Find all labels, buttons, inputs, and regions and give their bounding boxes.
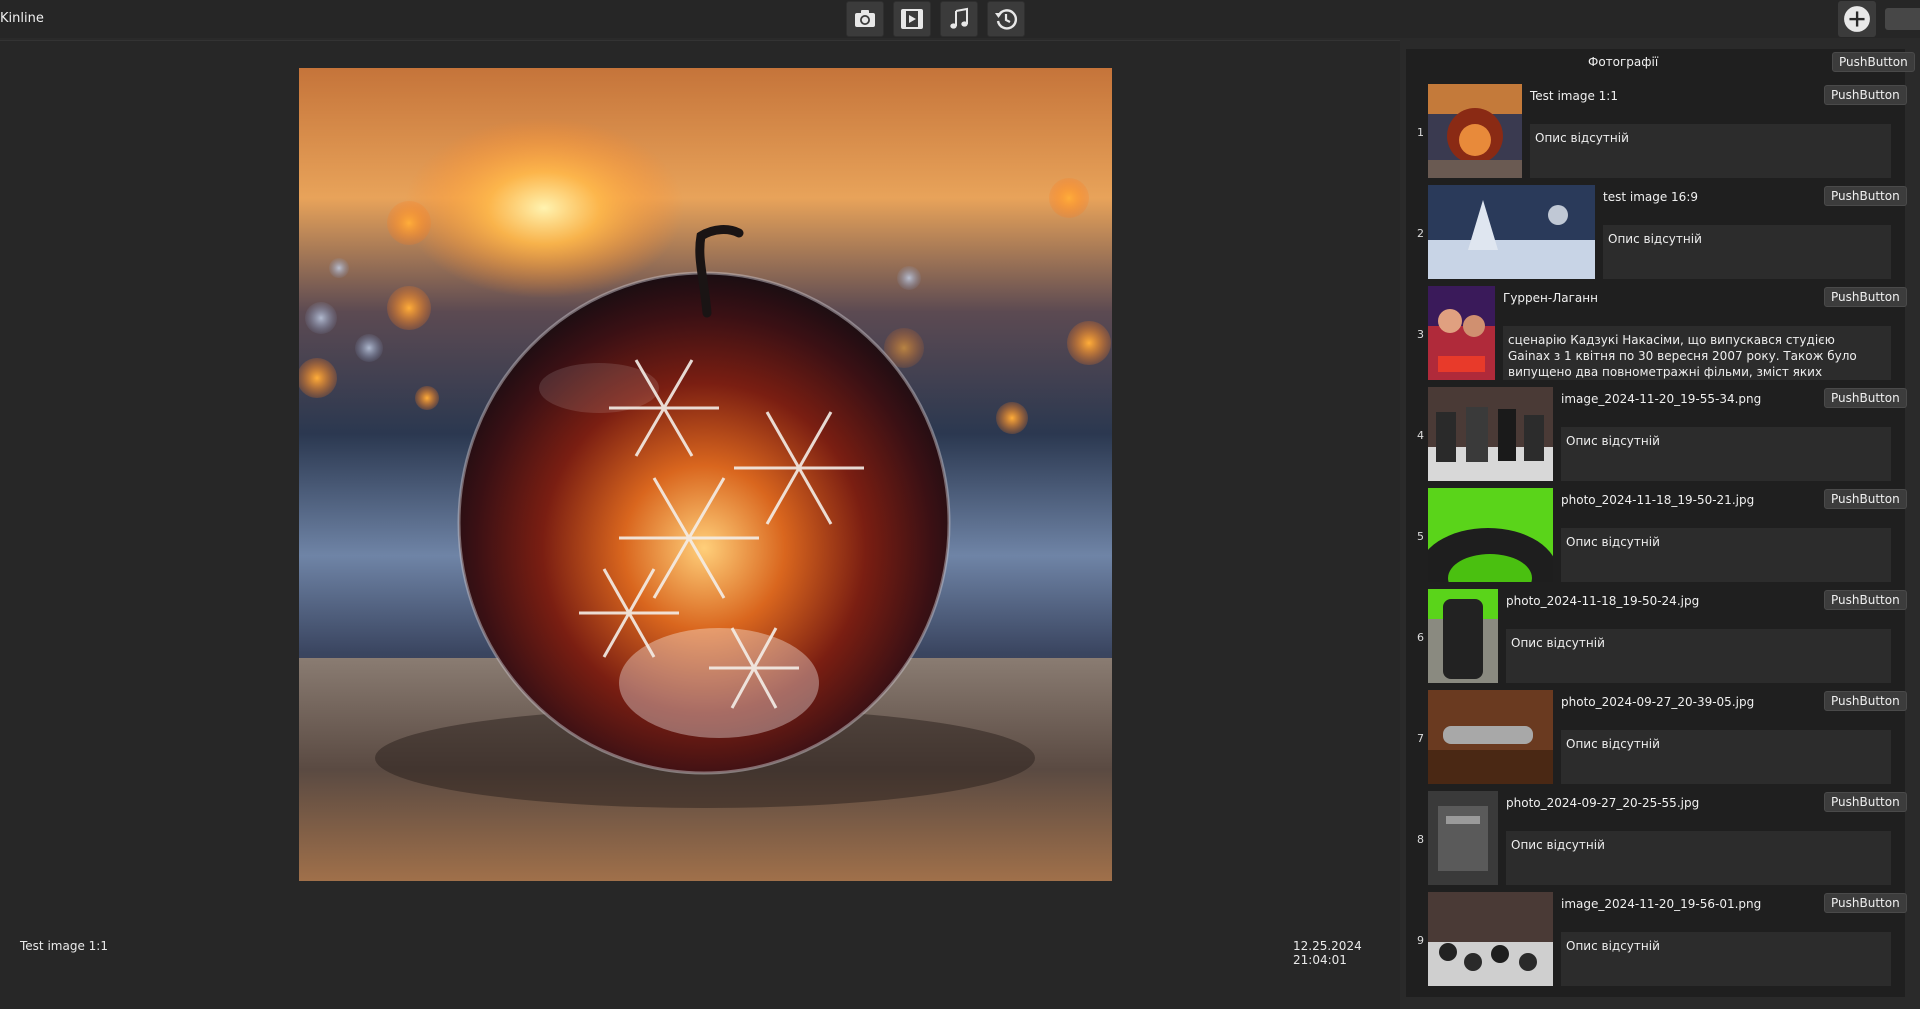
tire-thumbnail-image xyxy=(1428,488,1553,582)
item-number: 5 xyxy=(1417,530,1424,543)
music-tab-button[interactable] xyxy=(940,1,978,37)
photos-sidebar: Фотографії PushButton 1 Test image 1:1 P… xyxy=(1406,49,1915,997)
app-title: Kinline xyxy=(0,11,44,26)
metal-part-thumbnail-image xyxy=(1428,791,1498,885)
apple-thumbnail-image xyxy=(1428,84,1522,178)
item-button[interactable]: PushButton xyxy=(1824,792,1907,812)
item-thumbnail[interactable] xyxy=(1428,488,1553,582)
item-title: test image 16:9 xyxy=(1603,190,1698,204)
media-toolbar xyxy=(846,1,1025,37)
item-number: 7 xyxy=(1417,732,1424,745)
video-icon xyxy=(901,9,923,29)
item-thumbnail[interactable] xyxy=(1428,892,1553,986)
item-number: 1 xyxy=(1417,126,1424,139)
camera-icon xyxy=(855,10,875,27)
item-thumbnail[interactable] xyxy=(1428,84,1522,178)
item-title: Гуррен-Лаганн xyxy=(1503,291,1598,305)
sidebar-header-button[interactable]: PushButton xyxy=(1832,52,1915,72)
videos-tab-button[interactable] xyxy=(893,1,931,37)
sidebar-title: Фотографії xyxy=(1588,55,1659,69)
item-title: photo_2024-11-18_19-50-21.jpg xyxy=(1561,493,1755,507)
photos-tab-button[interactable] xyxy=(846,1,884,37)
winter-tree-thumbnail-image xyxy=(1428,185,1595,279)
image-caption: Test image 1:1 xyxy=(20,939,108,953)
item-title: photo_2024-09-27_20-39-05.jpg xyxy=(1561,695,1755,709)
item-button[interactable]: PushButton xyxy=(1824,85,1907,105)
item-description[interactable]: Опис відсутній xyxy=(1561,528,1891,582)
item-title: image_2024-11-20_19-55-34.png xyxy=(1561,392,1762,406)
item-title: photo_2024-09-27_20-25-55.jpg xyxy=(1506,796,1700,810)
tire-tread-thumbnail-image xyxy=(1428,589,1498,683)
photo-list-item[interactable]: 1 Test image 1:1 PushButton Опис відсутн… xyxy=(1406,84,1907,185)
plus-circle-icon xyxy=(1844,6,1870,32)
item-description[interactable]: Опис відсутній xyxy=(1603,225,1891,279)
item-description[interactable]: Опис відсутній xyxy=(1561,427,1891,481)
item-title: image_2024-11-20_19-56-01.png xyxy=(1561,897,1762,911)
photo-list-item[interactable]: 3 Гуррен-Лаганн PushButton сценарію Кадз… xyxy=(1406,286,1907,387)
item-button[interactable]: PushButton xyxy=(1824,287,1907,307)
muffler-thumbnail-image xyxy=(1428,690,1553,784)
item-number: 3 xyxy=(1417,328,1424,341)
image-viewer-area: Test image 1:1 12.25.2024 21:04:01 xyxy=(0,40,1400,1009)
item-number: 4 xyxy=(1417,429,1424,442)
parts-set-thumbnail-image xyxy=(1428,892,1553,986)
car-parts-thumbnail-image xyxy=(1428,387,1553,481)
item-thumbnail[interactable] xyxy=(1428,387,1553,481)
item-button[interactable]: PushButton xyxy=(1824,893,1907,913)
item-button[interactable]: PushButton xyxy=(1824,489,1907,509)
photo-list-item[interactable]: 6 photo_2024-11-18_19-50-24.jpg PushButt… xyxy=(1406,589,1907,690)
item-thumbnail[interactable] xyxy=(1428,185,1595,279)
item-thumbnail[interactable] xyxy=(1428,690,1553,784)
item-number: 2 xyxy=(1417,227,1424,240)
item-button[interactable]: PushButton xyxy=(1824,691,1907,711)
music-note-icon xyxy=(950,7,968,29)
photo-list-item[interactable]: 5 photo_2024-11-18_19-50-21.jpg PushButt… xyxy=(1406,488,1907,589)
photo-list-item[interactable]: 2 test image 16:9 PushButton Опис відсут… xyxy=(1406,185,1907,286)
photo-list-item[interactable]: 8 photo_2024-09-27_20-25-55.jpg PushButt… xyxy=(1406,791,1907,892)
crystal-apple-image xyxy=(299,68,1112,881)
item-description[interactable]: Опис відсутній xyxy=(1561,932,1891,986)
title-bar: Kinline xyxy=(0,0,1920,38)
sidebar-header: Фотографії PushButton xyxy=(1406,49,1915,75)
photo-list-item[interactable]: 9 image_2024-11-20_19-56-01.png PushButt… xyxy=(1406,892,1907,993)
anime-poster-thumbnail-image xyxy=(1428,286,1495,380)
item-description[interactable]: Опис відсутній xyxy=(1530,124,1891,178)
image-datetime: 12.25.2024 21:04:01 xyxy=(1293,939,1362,967)
photo-list-item[interactable]: 7 photo_2024-09-27_20-39-05.jpg PushButt… xyxy=(1406,690,1907,791)
item-thumbnail[interactable] xyxy=(1428,791,1498,885)
item-title: photo_2024-11-18_19-50-24.jpg xyxy=(1506,594,1700,608)
history-tab-button[interactable] xyxy=(987,1,1025,37)
item-button[interactable]: PushButton xyxy=(1824,590,1907,610)
item-button[interactable]: PushButton xyxy=(1824,186,1907,206)
photo-list-item[interactable]: 4 image_2024-11-20_19-55-34.png PushButt… xyxy=(1406,387,1907,488)
item-description[interactable]: Опис відсутній xyxy=(1561,730,1891,784)
main-image xyxy=(299,68,1112,881)
history-icon xyxy=(995,9,1018,30)
item-description[interactable]: Опис відсутній xyxy=(1506,831,1891,885)
item-button[interactable]: PushButton xyxy=(1824,388,1907,408)
item-thumbnail[interactable] xyxy=(1428,286,1495,380)
item-description[interactable]: сценарію Кадзукі Накасіми, що випускався… xyxy=(1503,326,1891,380)
menu-button[interactable] xyxy=(1885,8,1920,30)
add-button[interactable] xyxy=(1838,1,1876,37)
item-number: 9 xyxy=(1417,934,1424,947)
item-title: Test image 1:1 xyxy=(1530,89,1618,103)
item-description[interactable]: Опис відсутній xyxy=(1506,629,1891,683)
item-thumbnail[interactable] xyxy=(1428,589,1498,683)
item-number: 8 xyxy=(1417,833,1424,846)
item-number: 6 xyxy=(1417,631,1424,644)
